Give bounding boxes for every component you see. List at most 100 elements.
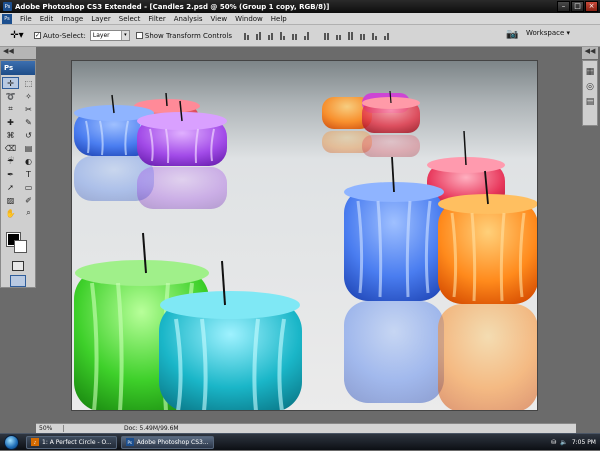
- photoshop-menu-icon[interactable]: Ps: [2, 13, 12, 24]
- align-buttons: [242, 31, 312, 41]
- doc-size[interactable]: Doc: 5.49M/99.6M: [64, 425, 179, 432]
- menu-layer[interactable]: Layer: [87, 15, 115, 23]
- marquee-tool-icon[interactable]: ⬚: [20, 77, 37, 89]
- path-select-tool-icon[interactable]: ➚: [2, 181, 19, 193]
- slice-tool-icon[interactable]: ✂: [20, 103, 37, 115]
- menu-edit[interactable]: Edit: [36, 15, 58, 23]
- taskbar: ♪ 1: A Perfect Circle - O... Ps Adobe Ph…: [0, 433, 600, 450]
- navigator-panel-icon[interactable]: ▦: [585, 67, 596, 77]
- magic-wand-tool-icon[interactable]: ✧: [20, 90, 37, 102]
- show-transform-checkbox[interactable]: Show Transform Controls: [135, 31, 232, 40]
- tools-panel-header: Ps: [1, 61, 35, 75]
- align-hcenter-icon[interactable]: [290, 31, 300, 41]
- red-small-candle: [362, 90, 420, 157]
- gradient-tool-icon[interactable]: ▤: [20, 142, 37, 154]
- menu-view[interactable]: View: [207, 15, 232, 23]
- toolbox-collapse-bar[interactable]: ◀◀: [0, 47, 36, 59]
- menu-bar: Ps File Edit Image Layer Select Filter A…: [0, 13, 600, 25]
- minimize-button[interactable]: –: [557, 1, 570, 12]
- menu-file[interactable]: File: [16, 15, 36, 23]
- move-tool-preset-icon[interactable]: ✛▾: [6, 28, 28, 44]
- start-button[interactable]: [0, 434, 22, 451]
- media-player-icon: ♪: [31, 438, 39, 446]
- panel-dock-collapse-bar[interactable]: ◀◀: [582, 47, 598, 59]
- auto-select-checkbox[interactable]: Auto-Select:: [34, 32, 86, 40]
- notes-tool-icon[interactable]: ▨: [2, 194, 19, 206]
- windows-orb-icon: [3, 434, 19, 450]
- auto-select-dropdown[interactable]: Layer ▾: [89, 30, 130, 41]
- window-title: Adobe Photoshop CS3 Extended - [Candles …: [15, 2, 330, 11]
- menu-help[interactable]: Help: [267, 15, 291, 23]
- document-canvas[interactable]: [71, 60, 538, 411]
- show-transform-check-icon: [135, 32, 143, 39]
- stamp-tool-icon[interactable]: ⌘: [2, 129, 19, 141]
- dodge-tool-icon[interactable]: ◐: [20, 155, 37, 167]
- crop-tool-icon[interactable]: ⌗: [2, 103, 19, 115]
- volume-icon[interactable]: 🔈: [560, 439, 567, 446]
- distribute-hcenter-icon[interactable]: [370, 31, 380, 41]
- healing-tool-icon[interactable]: ✚: [2, 116, 19, 128]
- menu-image[interactable]: Image: [57, 15, 87, 23]
- align-right-icon[interactable]: [302, 31, 312, 41]
- title-bar: Ps Adobe Photoshop CS3 Extended - [Candl…: [0, 0, 600, 13]
- system-tray: ⛁ 🔈 7:05 PM: [536, 434, 600, 451]
- background-color-swatch[interactable]: [14, 240, 27, 253]
- distribute-top-icon[interactable]: [322, 31, 332, 41]
- taskbar-item-music[interactable]: ♪ 1: A Perfect Circle - O...: [26, 435, 117, 449]
- blue-candle-right: [344, 156, 444, 403]
- camera-icon[interactable]: 📷: [506, 29, 520, 41]
- hand-tool-icon[interactable]: ✋: [2, 207, 19, 219]
- orange-candle-right: [438, 170, 537, 410]
- layers-panel-icon[interactable]: ▤: [585, 97, 596, 107]
- candles-artwork: [72, 61, 537, 410]
- align-bottom-icon[interactable]: [266, 31, 276, 41]
- options-bar: ✛▾ Auto-Select: Layer ▾ Show Transform C…: [0, 25, 600, 47]
- taskbar-item-photoshop[interactable]: Ps Adobe Photoshop CS3...: [120, 435, 214, 449]
- workspace-menu[interactable]: Workspace ▾: [526, 29, 570, 37]
- blur-tool-icon[interactable]: ☔: [2, 155, 19, 167]
- menu-analysis[interactable]: Analysis: [170, 15, 207, 23]
- canvas-right-gutter: [540, 60, 550, 411]
- eyedropper-tool-icon[interactable]: ✐: [20, 194, 37, 206]
- distribute-bottom-icon[interactable]: [346, 31, 356, 41]
- auto-select-value: Layer: [92, 32, 110, 39]
- maximize-button[interactable]: □: [571, 1, 584, 12]
- taskbar-item-label: 1: A Perfect Circle - O...: [42, 438, 112, 446]
- quick-mask-icon[interactable]: [12, 261, 24, 271]
- purple-candle: [137, 100, 227, 209]
- status-bar: 50% Doc: 5.49M/99.6M: [36, 423, 576, 433]
- align-top-icon[interactable]: [242, 31, 252, 41]
- distribute-vcenter-icon[interactable]: [334, 31, 344, 41]
- workspace-label: Workspace ▾: [526, 29, 570, 37]
- screen-mode-icon[interactable]: [10, 275, 26, 287]
- history-brush-tool-icon[interactable]: ↺: [20, 129, 37, 141]
- clock[interactable]: 7:05 PM: [572, 439, 596, 446]
- distribute-left-icon[interactable]: [358, 31, 368, 41]
- zoom-tool-icon[interactable]: ⌕: [20, 207, 37, 219]
- move-tool-icon[interactable]: ✛: [2, 77, 19, 89]
- zoom-level[interactable]: 50%: [36, 425, 64, 432]
- menu-select[interactable]: Select: [115, 15, 145, 23]
- brush-tool-icon[interactable]: ✎: [20, 116, 37, 128]
- pen-tool-icon[interactable]: ✒: [2, 168, 19, 180]
- auto-select-check-icon: [34, 32, 41, 39]
- eraser-tool-icon[interactable]: ⌫: [2, 142, 19, 154]
- auto-select-label: Auto-Select:: [43, 31, 86, 40]
- align-left-icon[interactable]: [278, 31, 288, 41]
- menu-window[interactable]: Window: [231, 15, 267, 23]
- taskbar-item-label: Adobe Photoshop CS3...: [136, 438, 209, 446]
- distribute-right-icon[interactable]: [382, 31, 392, 41]
- tool-grid: ✛ ⬚ ➰ ✧ ⌗ ✂ ✚ ✎ ⌘ ↺ ⌫ ▤ ☔ ◐ ✒ T ➚ ▭ ▨ ✐ ✋ ⌕: [1, 75, 35, 221]
- distribute-buttons: [322, 31, 392, 41]
- photoshop-app-icon: Ps: [3, 2, 12, 11]
- lasso-tool-icon[interactable]: ➰: [2, 90, 19, 102]
- menu-filter[interactable]: Filter: [144, 15, 169, 23]
- show-transform-label: Show Transform Controls: [144, 31, 232, 40]
- close-button[interactable]: ×: [585, 1, 598, 12]
- photoshop-taskbar-icon: Ps: [125, 438, 134, 446]
- align-vcenter-icon[interactable]: [254, 31, 264, 41]
- type-tool-icon[interactable]: T: [20, 168, 37, 180]
- shape-tool-icon[interactable]: ▭: [20, 181, 37, 193]
- info-panel-icon[interactable]: ◎: [585, 82, 596, 92]
- network-icon[interactable]: ⛁: [551, 439, 556, 446]
